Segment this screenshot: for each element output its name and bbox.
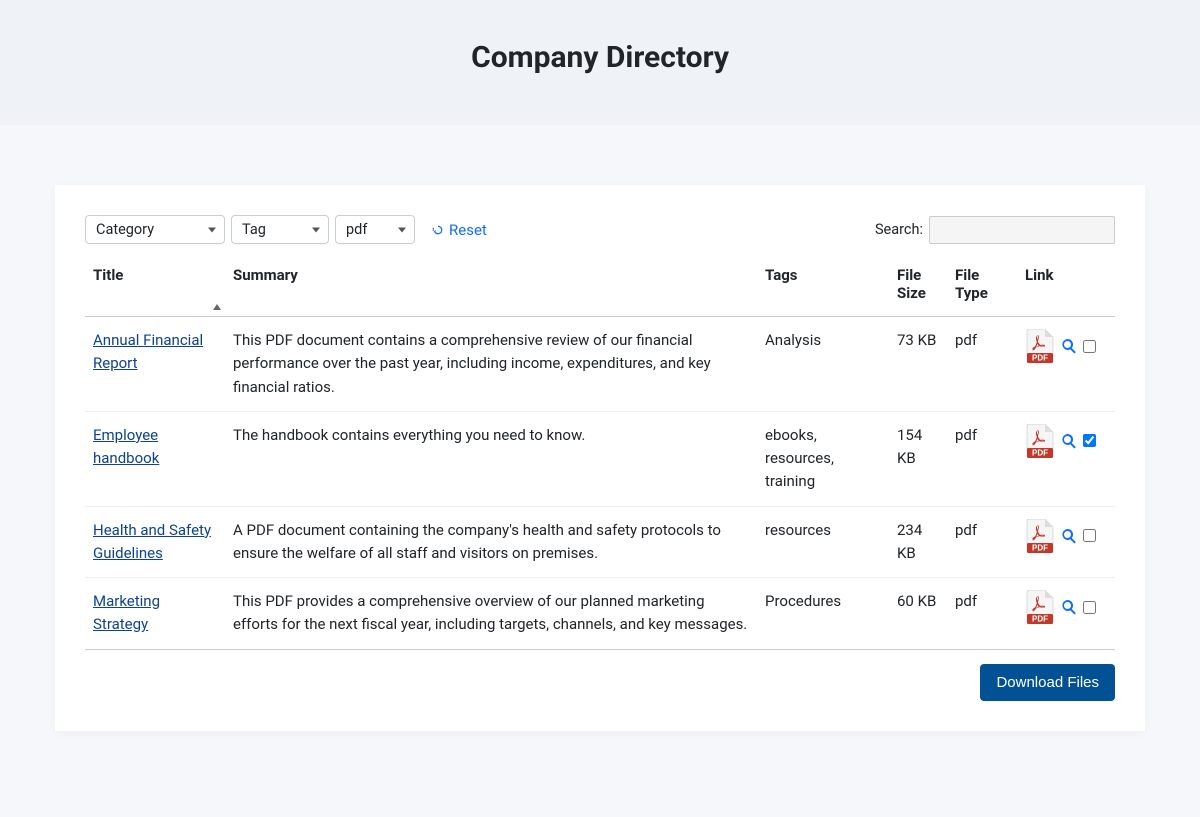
document-title-link[interactable]: Annual Financial Report	[93, 331, 203, 372]
filetype-filter[interactable]: pdf	[335, 215, 415, 244]
document-summary: This PDF document contains a comprehensi…	[225, 317, 757, 412]
directory-panel: Category Tag pdf Reset Search: Title	[55, 185, 1145, 731]
table-row: Annual Financial Report This PDF documen…	[85, 317, 1115, 412]
document-summary: The handbook contains everything you nee…	[225, 411, 757, 506]
document-tags: resources	[757, 506, 889, 578]
document-download-link[interactable]: PDF	[1025, 424, 1055, 458]
svg-text:PDF: PDF	[1032, 448, 1048, 457]
document-type: pdf	[947, 317, 1017, 412]
document-summary: A PDF document containing the company's …	[225, 506, 757, 578]
preview-button[interactable]	[1061, 338, 1077, 354]
select-row-checkbox[interactable]	[1083, 340, 1096, 353]
document-size: 234 KB	[889, 506, 947, 578]
undo-icon	[431, 223, 445, 237]
preview-button[interactable]	[1061, 528, 1077, 544]
document-download-link[interactable]: PDF	[1025, 590, 1055, 624]
reset-label: Reset	[449, 221, 487, 239]
document-type: pdf	[947, 411, 1017, 506]
column-header-tags[interactable]: Tags	[757, 256, 889, 317]
pdf-file-icon: PDF	[1025, 519, 1055, 553]
preview-button[interactable]	[1061, 599, 1077, 615]
column-header-link[interactable]: Link	[1017, 256, 1115, 317]
document-tags: Analysis	[757, 317, 889, 412]
document-type: pdf	[947, 578, 1017, 650]
column-header-summary[interactable]: Summary	[225, 256, 757, 317]
page-title: Company Directory	[0, 40, 1200, 75]
search-input[interactable]	[929, 216, 1115, 244]
table-row: Marketing Strategy This PDF provides a c…	[85, 578, 1115, 650]
category-filter-label: Category	[96, 221, 154, 238]
pdf-file-icon: PDF	[1025, 424, 1055, 458]
select-row-checkbox[interactable]	[1083, 434, 1096, 447]
reset-button[interactable]: Reset	[431, 221, 487, 239]
document-size: 73 KB	[889, 317, 947, 412]
filters-row: Category Tag pdf Reset Search:	[85, 215, 1115, 244]
document-type: pdf	[947, 506, 1017, 578]
preview-button[interactable]	[1061, 433, 1077, 449]
document-title-link[interactable]: Marketing Strategy	[93, 592, 160, 633]
tag-filter[interactable]: Tag	[231, 215, 329, 244]
column-header-title[interactable]: Title	[85, 256, 225, 317]
chevron-down-icon	[208, 227, 216, 232]
document-download-link[interactable]: PDF	[1025, 329, 1055, 363]
svg-text:PDF: PDF	[1032, 615, 1048, 624]
column-header-size[interactable]: File Size	[889, 256, 947, 317]
document-size: 60 KB	[889, 578, 947, 650]
document-title-link[interactable]: Health and Safety Guidelines	[93, 521, 211, 562]
document-title-link[interactable]: Employee handbook	[93, 426, 159, 467]
column-header-type[interactable]: File Type	[947, 256, 1017, 317]
documents-table: Title Summary Tags File Size File Type L…	[85, 256, 1115, 650]
sort-asc-icon	[213, 304, 221, 310]
document-summary: This PDF provides a comprehensive overvi…	[225, 578, 757, 650]
filetype-filter-value: pdf	[346, 221, 367, 238]
document-size: 154 KB	[889, 411, 947, 506]
document-tags: ebooks, resources, training	[757, 411, 889, 506]
chevron-down-icon	[312, 227, 320, 232]
select-row-checkbox[interactable]	[1083, 601, 1096, 614]
svg-text:PDF: PDF	[1032, 543, 1048, 552]
svg-text:PDF: PDF	[1032, 354, 1048, 363]
table-row: Employee handbook The handbook contains …	[85, 411, 1115, 506]
chevron-down-icon	[398, 227, 406, 232]
category-filter[interactable]: Category	[85, 215, 225, 244]
document-download-link[interactable]: PDF	[1025, 519, 1055, 553]
search-wrap: Search:	[875, 216, 1115, 244]
pdf-file-icon: PDF	[1025, 329, 1055, 363]
download-files-button[interactable]: Download Files	[980, 664, 1115, 701]
pdf-file-icon: PDF	[1025, 590, 1055, 624]
table-row: Health and Safety Guidelines A PDF docum…	[85, 506, 1115, 578]
document-tags: Procedures	[757, 578, 889, 650]
tag-filter-label: Tag	[242, 221, 266, 238]
search-label: Search:	[875, 221, 923, 238]
select-row-checkbox[interactable]	[1083, 529, 1096, 542]
